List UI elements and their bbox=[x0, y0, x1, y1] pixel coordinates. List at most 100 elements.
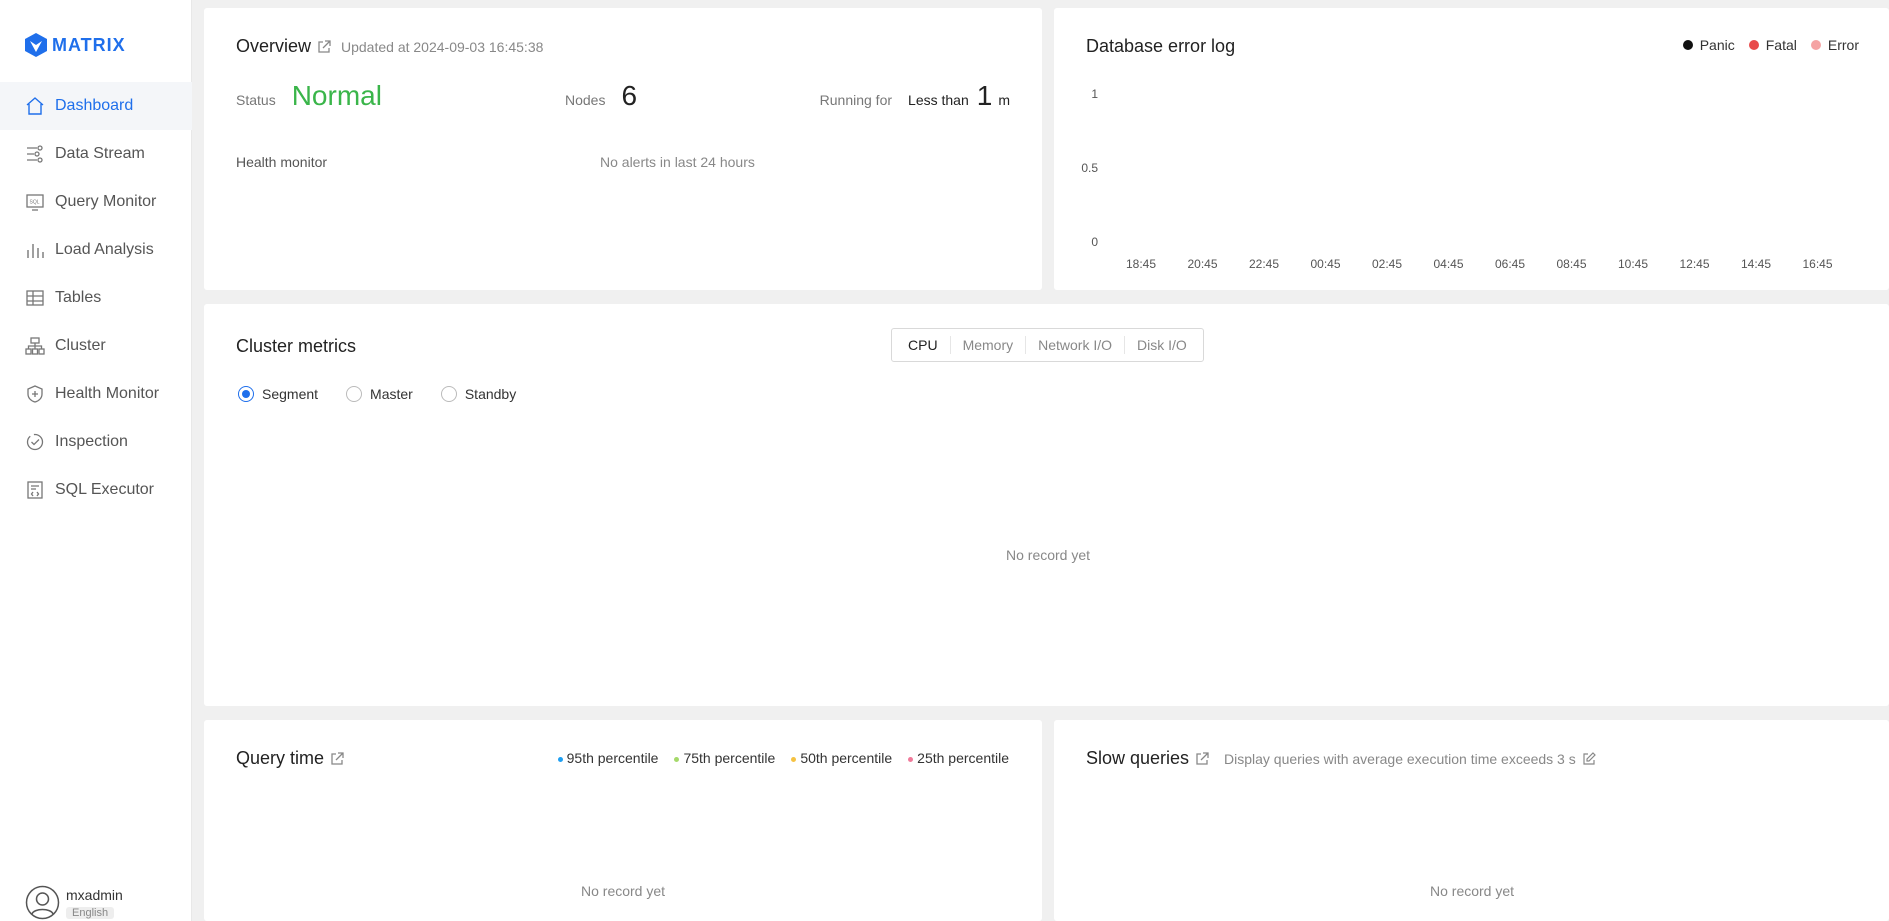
legend-label: Panic bbox=[1699, 37, 1735, 53]
radio-label: Segment bbox=[262, 386, 319, 402]
legend-dot bbox=[908, 756, 914, 762]
slow-queries-description-row: Display queries with average execution t… bbox=[1224, 751, 1596, 767]
radio-label: Standby bbox=[464, 386, 517, 402]
sidebar-item-label: Cluster bbox=[55, 337, 106, 354]
cluster-empty-message: No record yet bbox=[1006, 547, 1091, 563]
legend-label: Fatal bbox=[1765, 37, 1797, 53]
x-tick-label: 18:45 bbox=[1126, 257, 1156, 271]
radio-master[interactable]: Master bbox=[346, 386, 413, 402]
nodes-row: Nodes 6 bbox=[565, 80, 637, 112]
sidebar-nav: Dashboard Data Stream SQL Query Monitor … bbox=[0, 82, 192, 514]
cluster-metrics-title: Cluster metrics bbox=[236, 336, 357, 356]
radio-label: Master bbox=[370, 386, 413, 402]
sidebar-item-sql-executor[interactable]: SQL Executor bbox=[0, 466, 192, 514]
tab-cpu[interactable]: CPU bbox=[896, 336, 950, 354]
sidebar: MATRIX Dashboard Data Stream SQL Query M… bbox=[0, 0, 192, 921]
status-row: Status Normal bbox=[236, 80, 382, 112]
running-label: Running for bbox=[819, 92, 893, 108]
legend-item-p75[interactable]: 75th percentile bbox=[674, 750, 775, 766]
x-tick-label: 00:45 bbox=[1310, 257, 1340, 271]
bar-analysis-icon bbox=[25, 240, 45, 260]
radio-standby[interactable]: Standby bbox=[440, 386, 517, 402]
slow-queries-description: Display queries with average execution t… bbox=[1224, 751, 1576, 767]
language-badge[interactable]: English bbox=[66, 907, 115, 919]
matrix-logo-icon bbox=[25, 33, 47, 57]
legend-label: 25th percentile bbox=[917, 750, 1009, 766]
radio-circle[interactable] bbox=[346, 386, 363, 402]
nodes-value: 6 bbox=[621, 80, 638, 111]
y-tick-label: 1 bbox=[1091, 87, 1098, 101]
external-link-icon[interactable] bbox=[1194, 751, 1210, 767]
slow-queries-card: Slow queries Display queries with averag… bbox=[1054, 720, 1889, 921]
query-time-legend: 95th percentile 75th percentile 50th per… bbox=[557, 750, 1009, 766]
legend-item-p95[interactable]: 95th percentile bbox=[557, 750, 659, 766]
error-log-title: Database error log bbox=[1086, 36, 1236, 56]
status-value: Normal bbox=[291, 80, 382, 111]
svg-text:SQL: SQL bbox=[30, 200, 40, 206]
sidebar-item-data-stream[interactable]: Data Stream bbox=[0, 130, 192, 178]
legend-item-p50[interactable]: 50th percentile bbox=[791, 750, 892, 766]
overview-title: Overview bbox=[236, 36, 312, 56]
sidebar-item-label: Inspection bbox=[55, 433, 128, 450]
sidebar-item-load-analysis[interactable]: Load Analysis bbox=[0, 226, 192, 274]
radio-segment[interactable]: Segment bbox=[238, 386, 318, 402]
sidebar-item-dashboard[interactable]: Dashboard bbox=[0, 82, 192, 130]
running-value: 1 bbox=[976, 80, 993, 111]
slow-queries-title-row: Slow queries bbox=[1086, 748, 1210, 769]
sidebar-item-tables[interactable]: Tables bbox=[0, 274, 192, 322]
slow-queries-title: Slow queries bbox=[1086, 748, 1190, 768]
external-link-icon[interactable] bbox=[329, 751, 345, 767]
query-time-card: Query time 95th percentile 75th percenti… bbox=[204, 720, 1042, 921]
brand-name: MATRIX bbox=[52, 34, 126, 55]
health-monitor-label: Health monitor bbox=[236, 154, 328, 170]
error-log-chart: 1 0.5 0 18:45 20:45 22:45 00:45 02:45 04:45 06:45… bbox=[1081, 87, 1833, 271]
x-tick-label: 04:45 bbox=[1433, 257, 1463, 271]
health-monitor-value: No alerts in last 24 hours bbox=[600, 154, 755, 170]
home-icon bbox=[25, 96, 45, 116]
x-tick-label: 14:45 bbox=[1741, 257, 1771, 271]
overview-title-row: Overview bbox=[236, 36, 332, 57]
brand-logo[interactable]: MATRIX bbox=[24, 32, 126, 58]
legend-dot bbox=[1748, 40, 1759, 50]
running-row: Running for Less than 1 m bbox=[820, 80, 1010, 112]
radio-circle[interactable] bbox=[238, 386, 254, 402]
legend-dot bbox=[1682, 40, 1693, 50]
user-menu[interactable]: mxadmin English bbox=[25, 885, 123, 921]
cluster-metrics-card: Cluster metrics CPU Memory Network I/O D… bbox=[204, 304, 1889, 706]
edit-icon[interactable] bbox=[1582, 752, 1596, 766]
legend-label: 50th percentile bbox=[800, 750, 893, 766]
query-time-title-row: Query time bbox=[236, 748, 345, 769]
x-tick-label: 20:45 bbox=[1187, 257, 1217, 271]
sidebar-item-label: Tables bbox=[55, 289, 102, 306]
overview-card: Overview Updated at 2024-09-03 16:45:38 … bbox=[204, 8, 1042, 290]
sidebar-item-inspection[interactable]: Inspection bbox=[0, 418, 192, 466]
updated-timestamp: Updated at 2024-09-03 16:45:38 bbox=[341, 39, 544, 55]
error-log-legend: Panic Fatal Error bbox=[1682, 37, 1859, 53]
tab-disk-io[interactable]: Disk I/O bbox=[1124, 336, 1199, 354]
sidebar-item-query-monitor[interactable]: SQL Query Monitor bbox=[0, 178, 192, 226]
sidebar-item-health-monitor[interactable]: Health Monitor bbox=[0, 370, 192, 418]
slow-queries-empty-message: No record yet bbox=[1430, 883, 1515, 899]
legend-label: Error bbox=[1827, 37, 1859, 53]
legend-label: 95th percentile bbox=[566, 750, 659, 766]
table-icon bbox=[25, 288, 45, 308]
data-stream-icon bbox=[25, 144, 45, 164]
legend-item-error[interactable]: Error bbox=[1810, 37, 1859, 53]
tab-network-io[interactable]: Network I/O bbox=[1025, 336, 1124, 354]
y-tick-label: 0 bbox=[1091, 235, 1098, 249]
query-time-title: Query time bbox=[236, 748, 325, 768]
avatar-icon bbox=[25, 885, 60, 920]
legend-dot bbox=[791, 756, 797, 762]
shield-plus-icon bbox=[25, 384, 45, 404]
legend-item-p25[interactable]: 25th percentile bbox=[908, 750, 1009, 766]
query-time-empty-message: No record yet bbox=[581, 883, 666, 899]
radio-circle[interactable] bbox=[440, 386, 457, 402]
legend-item-fatal[interactable]: Fatal bbox=[1748, 37, 1797, 53]
sidebar-item-cluster[interactable]: Cluster bbox=[0, 322, 192, 370]
legend-item-panic[interactable]: Panic bbox=[1682, 37, 1735, 53]
sidebar-item-label: Data Stream bbox=[55, 145, 145, 162]
tab-memory[interactable]: Memory bbox=[949, 336, 1026, 354]
nodes-label: Nodes bbox=[565, 92, 606, 108]
external-link-icon[interactable] bbox=[316, 39, 332, 55]
legend-label: 75th percentile bbox=[683, 750, 776, 766]
